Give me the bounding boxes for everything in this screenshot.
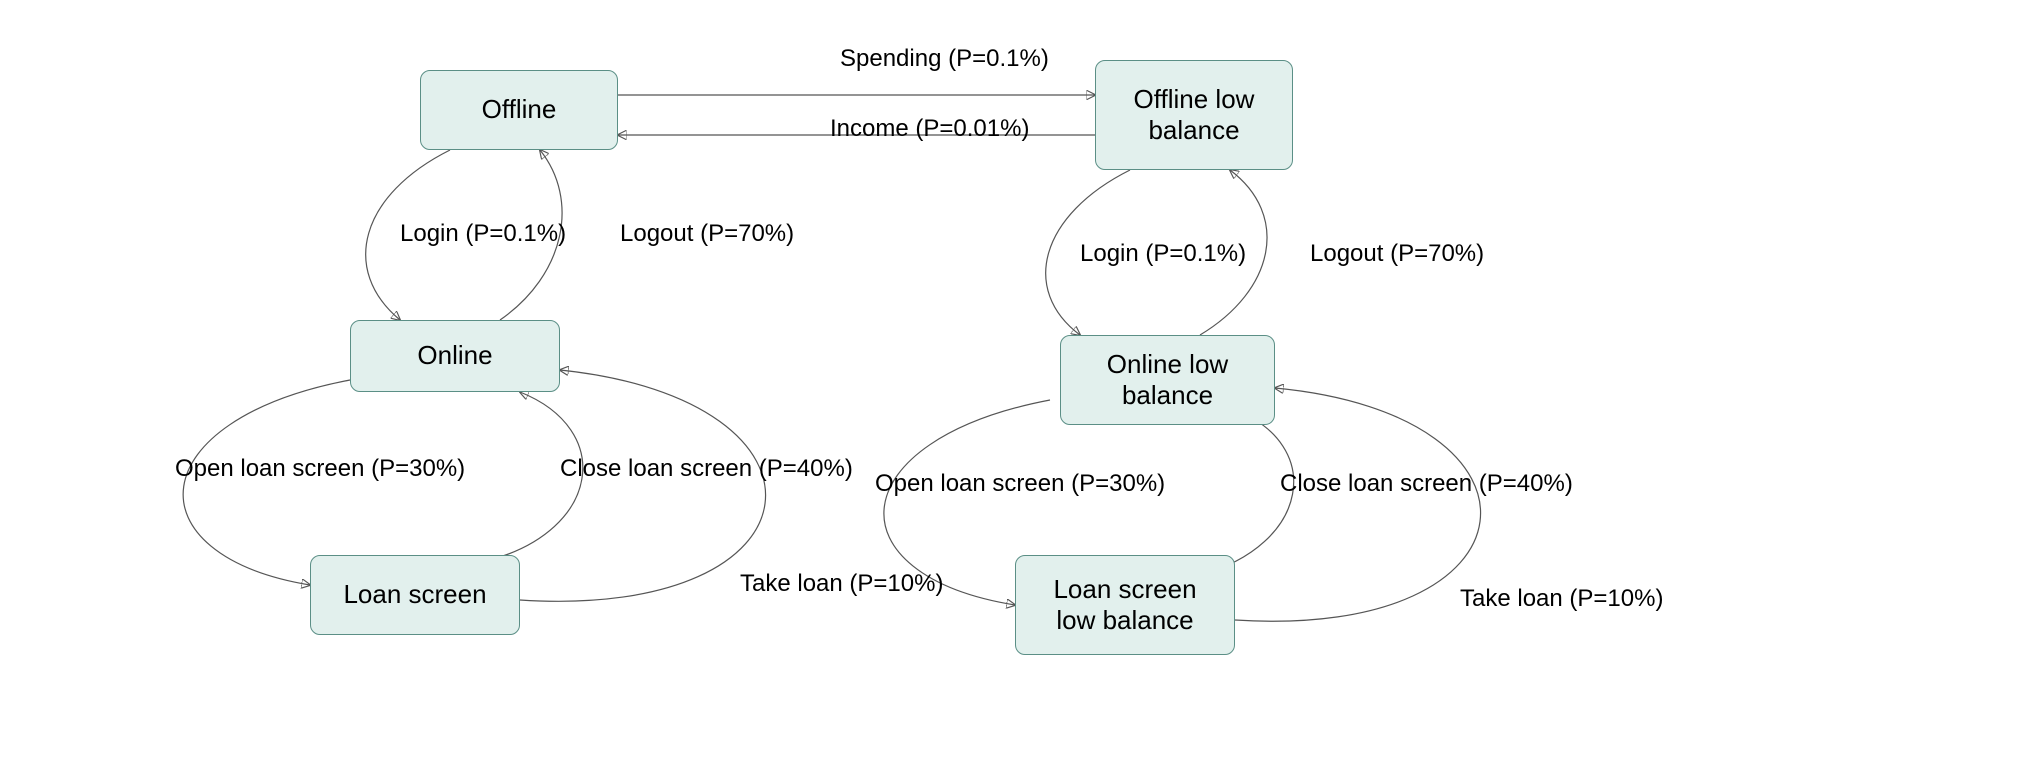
state-diagram: Offline Offline lowbalance Online Online… (0, 0, 2041, 779)
edge-take-loan-left (520, 370, 766, 601)
label-logout-left: Logout (P=70%) (620, 220, 794, 248)
state-offline: Offline (420, 70, 618, 150)
label-open-loan-right: Open loan screen (P=30%) (875, 470, 1165, 498)
label-take-loan-right: Take loan (P=10%) (1460, 585, 1663, 613)
label-login-right: Login (P=0.1%) (1080, 240, 1246, 268)
label-logout-right: Logout (P=70%) (1310, 240, 1484, 268)
label-close-loan-left: Close loan screen (P=40%) (560, 455, 853, 483)
state-loan-screen: Loan screen (310, 555, 520, 635)
label-take-loan-left: Take loan (P=10%) (740, 570, 943, 598)
label-login-left: Login (P=0.1%) (400, 220, 566, 248)
label-close-loan-right: Close loan screen (P=40%) (1280, 470, 1573, 498)
state-offline-low-balance: Offline lowbalance (1095, 60, 1293, 170)
edge-take-loan-right (1235, 388, 1481, 621)
state-online-low-balance: Online lowbalance (1060, 335, 1275, 425)
label-open-loan-left: Open loan screen (P=30%) (175, 455, 465, 483)
state-online: Online (350, 320, 560, 392)
label-income: Income (P=0.01%) (830, 115, 1029, 143)
label-spending: Spending (P=0.1%) (840, 45, 1049, 73)
state-loan-screen-low-balance: Loan screenlow balance (1015, 555, 1235, 655)
